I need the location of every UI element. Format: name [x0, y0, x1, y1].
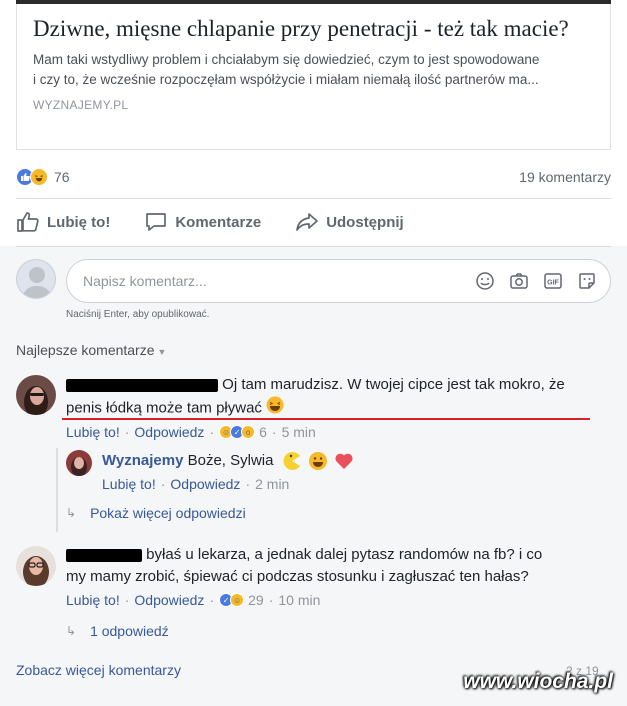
link-description: Mam taki wstydliwy problem i chciałabym …	[33, 50, 596, 90]
comment-meta: Lubię to! · Odpowiedz · ✓ ☺ 29 · 10 min	[66, 592, 320, 608]
current-user-avatar	[16, 259, 56, 299]
comment-body: byłaś u lekarza, a jednak dalej pytasz r…	[66, 544, 606, 588]
reply-body: Wyznajemy Boże, Sylwia	[102, 450, 602, 472]
sort-label: Najlepsze komentarze	[16, 342, 155, 358]
separator-dot: ·	[124, 424, 130, 440]
emoji-icon[interactable]	[474, 270, 496, 292]
link-title[interactable]: Dziwne, mięsne chlapanie przy penetracji…	[33, 14, 596, 43]
comment-text-line-2: penis łódką może tam pływać	[66, 399, 262, 417]
comment-bubble-icon	[146, 213, 167, 231]
divider	[16, 246, 611, 247]
like-button[interactable]: Lubię to!	[16, 211, 110, 233]
separator-dot: ·	[271, 424, 277, 440]
comment-reaction-count: 29	[248, 592, 264, 608]
comment-count[interactable]: 19 komentarzy	[519, 169, 611, 185]
comment-like-link[interactable]: Lubię to!	[66, 592, 120, 608]
comment-line-1: Oj tam marudzisz. W twojej cipce jest ta…	[66, 374, 606, 396]
comment-timestamp[interactable]: 5 min	[282, 424, 316, 440]
svg-text:GIF: GIF	[547, 280, 559, 287]
share-button-label: Udostępnij	[326, 213, 404, 231]
show-more-replies-label: Pokaż więcej odpowiedzi	[90, 505, 246, 521]
comment-reaction-count: 6	[259, 424, 267, 440]
page-avatar[interactable]	[66, 450, 92, 476]
reply-reply-link[interactable]: Odpowiedz	[170, 476, 240, 492]
grinning-emoji-icon	[308, 452, 327, 471]
comment-body: Oj tam marudzisz. W twojej cipce jest ta…	[66, 374, 606, 421]
post-actions: Lubię to! Komentarze Udostępnij	[16, 207, 611, 237]
reactions-summary[interactable]: 76	[16, 168, 70, 186]
comment-text-line-2: my mamy zrobić, śpiewać ci podczas stosu…	[66, 568, 529, 585]
comment-reply-link[interactable]: Odpowiedz	[134, 424, 204, 440]
highlight-underline	[62, 418, 590, 420]
view-replies-label: 1 odpowiedź	[90, 623, 169, 639]
link-domain: WYZNAJEMY.PL	[33, 98, 129, 112]
view-replies-link[interactable]: ↳ 1 odpowiedź	[66, 623, 169, 639]
composer-tools: GIF	[462, 270, 598, 292]
separator-dot: ·	[124, 592, 130, 608]
commenter-avatar[interactable]	[16, 375, 56, 415]
comment-reactions[interactable]: ☺ ✓ o 6	[219, 424, 267, 440]
comment-meta: Lubię to! · Odpowiedz · ☺ ✓ o 6 · 5 min	[66, 424, 316, 440]
reply-author[interactable]: Wyznajemy	[102, 452, 183, 469]
see-more-comments-link[interactable]: Zobacz więcej komentarzy	[16, 662, 181, 678]
commenter-avatar[interactable]	[16, 546, 56, 586]
redacted-author-name	[66, 548, 142, 562]
separator-dot: ·	[209, 592, 215, 608]
separator-dot: ·	[245, 476, 251, 492]
comment-reactions[interactable]: ✓ ☺ 29	[219, 592, 264, 608]
comment-text-line-1: Oj tam marudzisz. W twojej cipce jest ta…	[222, 376, 565, 393]
camera-icon[interactable]	[508, 270, 530, 292]
haha-reaction-icon	[30, 168, 48, 186]
reply-arrow-icon: ↳	[66, 624, 77, 638]
reply-emojis	[282, 451, 354, 471]
chevron-down-icon: ▼	[157, 347, 167, 357]
reply-meta: Lubię to! · Odpowiedz · 2 min	[102, 476, 289, 492]
sort-comments-dropdown[interactable]: Najlepsze komentarze ▼	[16, 342, 166, 358]
thumbs-up-icon	[17, 212, 39, 232]
link-description-line-2: i czy to, że wcześnie rozpoczęłam współż…	[33, 72, 539, 87]
redacted-author-name	[66, 378, 218, 392]
comment-button-label: Komentarze	[175, 213, 262, 231]
site-watermark: www.wiocha.pl	[463, 670, 613, 693]
reply-timestamp[interactable]: 2 min	[255, 476, 289, 492]
gif-icon[interactable]: GIF	[542, 270, 564, 292]
reply-thread-line	[56, 448, 58, 532]
reply-arrow-icon: ↳	[66, 506, 77, 520]
haha-reaction-icon: ☺	[230, 593, 245, 607]
comment-line-1: byłaś u lekarza, a jednak dalej pytasz r…	[66, 544, 606, 566]
comment-composer[interactable]: GIF	[66, 259, 611, 303]
reply-like-link[interactable]: Lubię to!	[102, 476, 156, 492]
reply-text: Boże, Sylwia	[187, 452, 274, 469]
link-description-line-1: Mam taki wstydliwy problem i chciałabym …	[33, 52, 540, 67]
reactions-row: 76 19 komentarzy	[16, 163, 611, 191]
divider	[16, 198, 611, 199]
separator-dot: ·	[209, 424, 215, 440]
link-preview-card[interactable]: Dziwne, mięsne chlapanie przy penetracji…	[16, 4, 611, 150]
heart-emoji-icon	[335, 453, 353, 470]
reaction-count: 76	[54, 169, 70, 185]
enter-hint: Naciśnij Enter, aby opublikować.	[66, 309, 210, 320]
sticker-icon[interactable]	[576, 270, 598, 292]
share-arrow-icon	[296, 213, 319, 231]
wow-reaction-icon: o	[241, 425, 256, 439]
separator-dot: ·	[160, 476, 166, 492]
share-button[interactable]: Udostępnij	[295, 211, 404, 233]
like-button-label: Lubię to!	[47, 213, 111, 231]
comment-reply-link[interactable]: Odpowiedz	[134, 592, 204, 608]
comment-text-line-1: byłaś u lekarza, a jednak dalej pytasz r…	[146, 546, 543, 563]
pacman-emoji-icon	[283, 452, 300, 471]
comment-button[interactable]: Komentarze	[144, 211, 261, 233]
show-more-replies[interactable]: ↳ Pokaż więcej odpowiedzi	[66, 505, 246, 521]
comment-input[interactable]	[83, 273, 443, 289]
comment-like-link[interactable]: Lubię to!	[66, 424, 120, 440]
separator-dot: ·	[268, 592, 274, 608]
comment-timestamp[interactable]: 10 min	[278, 592, 320, 608]
